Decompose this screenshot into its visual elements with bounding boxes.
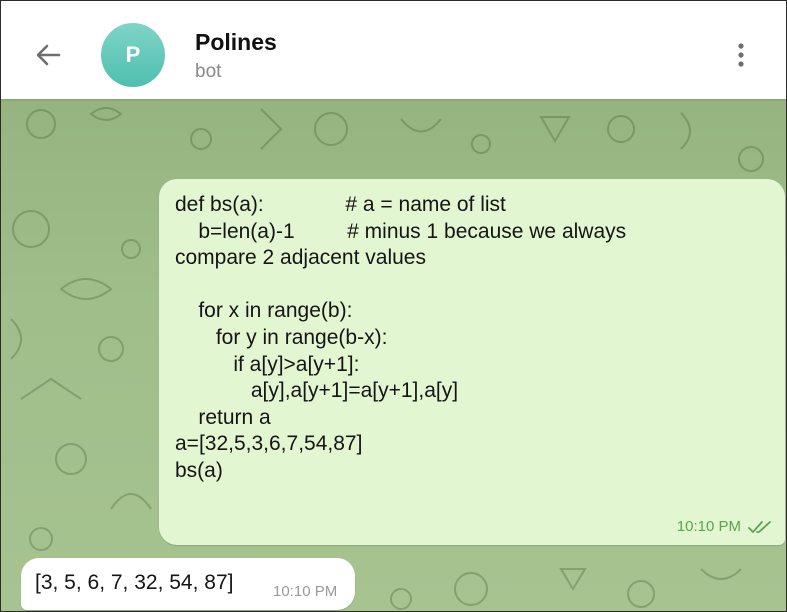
message-text: def bs(a): # a = name of list b=len(a)-1…: [175, 193, 627, 482]
avatar[interactable]: P: [101, 23, 165, 87]
chat-subtitle: bot: [195, 61, 222, 82]
avatar-letter: P: [125, 42, 141, 67]
incoming-message[interactable]: [3, 5, 6, 7, 32, 54, 87] 10:10 PM: [21, 558, 355, 610]
menu-button[interactable]: [723, 37, 759, 73]
message-list[interactable]: def bs(a): # a = name of list b=len(a)-1…: [1, 99, 786, 611]
more-vertical-icon: [738, 43, 744, 67]
double-check-icon: [748, 521, 771, 533]
message-text: [3, 5, 6, 7, 32, 54, 87]: [35, 571, 234, 594]
back-button[interactable]: [29, 35, 69, 75]
message-time: 10:10 PM: [273, 583, 338, 600]
arrow-left-icon: [36, 44, 61, 66]
message-time: 10:10 PM: [676, 518, 741, 535]
outgoing-message[interactable]: def bs(a): # a = name of list b=len(a)-1…: [159, 179, 785, 545]
chat-header: P Polines bot: [1, 1, 786, 99]
chat-title[interactable]: Polines: [195, 29, 277, 56]
chat-window: P Polines bot def bs(a): # a = name of l…: [0, 0, 787, 612]
